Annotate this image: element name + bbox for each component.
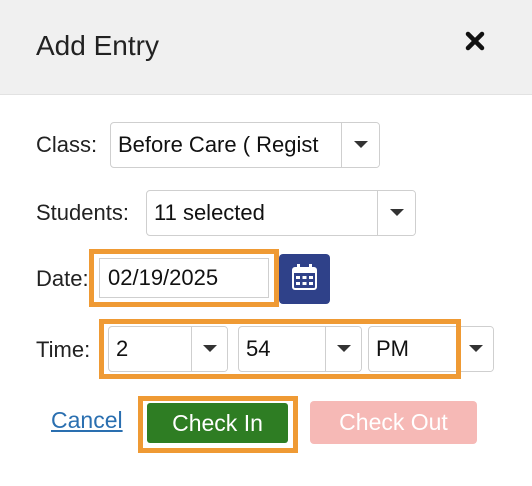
ampm-select-value: PM	[376, 336, 409, 361]
chevron-down-icon[interactable]	[457, 327, 493, 371]
check-out-button: Check Out	[310, 401, 477, 444]
date-input[interactable]: 02/19/2025	[99, 258, 269, 298]
students-label: Students:	[36, 200, 129, 225]
date-input-value: 02/19/2025	[108, 265, 219, 290]
dialog-title: Add Entry	[36, 30, 159, 61]
ampm-select[interactable]: PM	[368, 326, 494, 372]
class-select[interactable]: Before Care ( Regist	[110, 122, 380, 168]
check-in-button[interactable]: Check In	[147, 403, 288, 443]
students-select[interactable]: 11 selected	[146, 190, 416, 236]
calendar-button[interactable]	[279, 254, 330, 304]
time-label: Time:	[36, 337, 91, 362]
chevron-down-icon[interactable]	[377, 191, 415, 235]
cancel-link[interactable]: Cancel	[51, 407, 123, 434]
hour-select[interactable]: 2	[108, 326, 228, 372]
chevron-down-icon[interactable]	[325, 327, 361, 371]
minute-select[interactable]: 54	[238, 326, 362, 372]
class-label: Class:	[36, 132, 98, 157]
date-label: Date:	[36, 266, 89, 291]
students-select-value: 11 selected	[154, 200, 265, 225]
chevron-down-icon[interactable]	[191, 327, 227, 371]
calendar-icon	[292, 264, 317, 290]
dialog-header: Add Entry	[0, 0, 532, 95]
close-icon[interactable]	[462, 28, 488, 54]
class-select-value: Before Care ( Regist	[118, 132, 319, 157]
hour-select-value: 2	[116, 336, 129, 361]
minute-select-value: 54	[246, 336, 271, 361]
chevron-down-icon[interactable]	[341, 123, 379, 167]
